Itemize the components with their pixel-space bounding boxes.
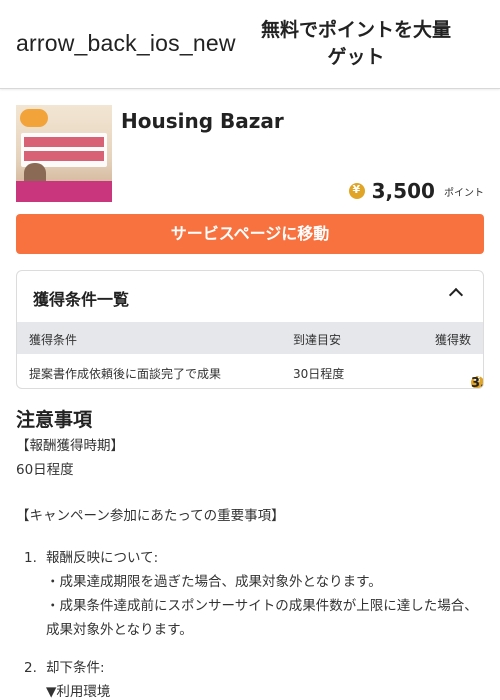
list-item-title: 却下条件: — [46, 660, 105, 676]
product-price: 3,500 ポイント — [348, 179, 484, 203]
price-value: 3,500 — [371, 179, 435, 203]
table-header: 獲得条件 到達目安 獲得数 — [17, 322, 483, 354]
list-item-line: ・成果達成期限を過ぎた場合、成果対象外となります。 — [46, 574, 382, 590]
column-header-condition: 獲得条件 — [29, 333, 78, 347]
important-heading: 【キャンペーン参加にあたっての重要事項】 — [16, 508, 285, 524]
eta-cell: 30日程度 — [293, 367, 345, 381]
page-title: 無料でポイントを大量ゲット — [260, 19, 451, 68]
column-header-eta: 到達目安 — [293, 333, 342, 347]
list-item-line: ▼利用環境 — [46, 684, 111, 700]
coin-icon — [348, 183, 365, 199]
list-item: 1. 報酬反映について: ・成果達成期限を過ぎた場合、成果対象外となります。 ・… — [16, 546, 484, 642]
conditions-title: 獲得条件一覧 — [33, 290, 130, 309]
reward-timing-value: 60日程度 — [16, 462, 74, 478]
column-header-points: 獲得数 — [434, 333, 471, 347]
conditions-card-header[interactable]: 獲得条件一覧 — [17, 271, 483, 322]
thumbnail-text-line — [24, 151, 104, 161]
condition-cell: 提案書作成依頼後に面談完了で成果 — [29, 367, 222, 381]
arrow-back-icon[interactable]: arrow_back_ios_new — [16, 30, 236, 57]
thumbnail-banner — [16, 181, 112, 202]
list-item-number: 1. — [24, 550, 37, 566]
conditions-card: 獲得条件一覧 獲得条件 到達目安 獲得数 提案書作成依頼後に面談完了で成果 30… — [16, 270, 484, 389]
thumbnail-text-line — [24, 137, 104, 147]
top-app-bar: arrow_back_ios_new 無料でポイントを大量ゲット — [0, 0, 500, 89]
notes-title: 注意事項 — [16, 409, 93, 431]
points-amount: 3,500 — [471, 376, 484, 389]
product-name: Housing Bazar — [121, 109, 284, 133]
list-item-line: ・成果条件達成前にスポンサーサイトの成果件数が上限に達した場合、成果対象外となり… — [46, 598, 478, 638]
list-item: 2. 却下条件: ▼利用環境 — [16, 656, 484, 700]
chevron-up-icon[interactable] — [448, 287, 464, 303]
product-thumbnail[interactable] — [16, 105, 112, 202]
notes-section: 注意事項 【報酬獲得時期】 60日程度 【キャンペーン参加にあたっての重要事項】… — [16, 406, 484, 700]
price-unit: ポイント — [444, 187, 484, 199]
thumbnail-person — [24, 163, 46, 183]
product-summary: Housing Bazar 3,500 ポイント — [16, 105, 484, 203]
service-page-button[interactable]: サービスページに移動 — [16, 214, 484, 254]
notes-list: 1. 報酬反映について: ・成果達成期限を過ぎた場合、成果対象外となります。 ・… — [16, 546, 484, 700]
table-row: 提案書作成依頼後に面談完了で成果 30日程度 3,500 — [17, 354, 484, 389]
list-item-number: 2. — [24, 660, 37, 676]
thumbnail-badge — [20, 109, 48, 127]
reward-timing-heading: 【報酬獲得時期】 — [16, 438, 124, 454]
list-item-title: 報酬反映について: — [46, 550, 159, 566]
